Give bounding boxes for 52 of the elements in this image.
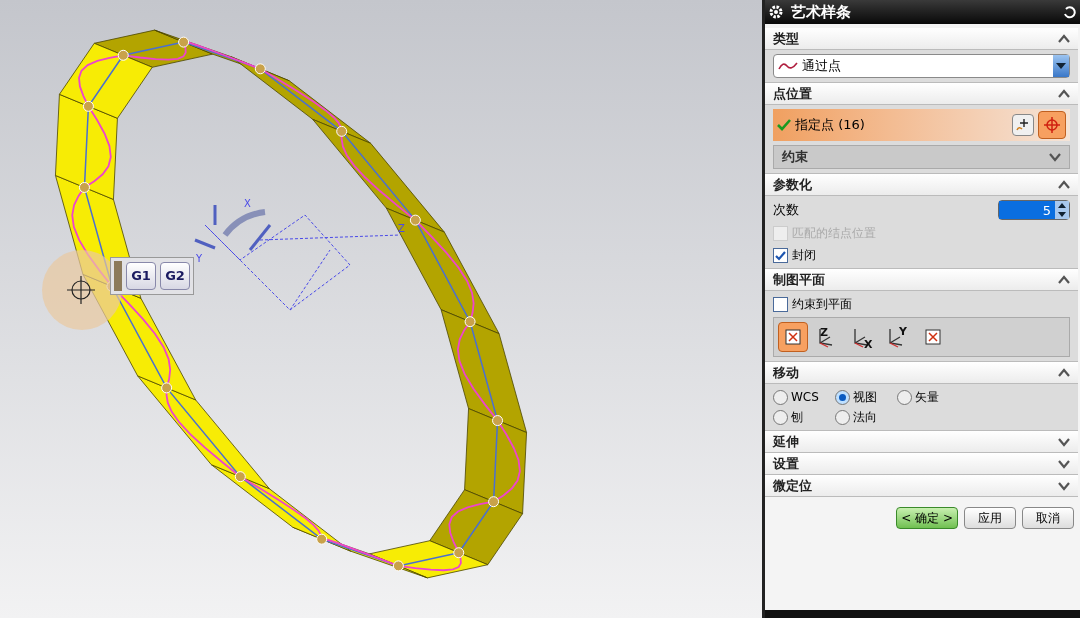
checkbox[interactable] [773,296,788,312]
section-header[interactable]: 点位置 [765,83,1078,105]
collapse-icon[interactable] [1058,88,1070,99]
collapse-icon[interactable] [1058,274,1070,285]
section-header[interactable]: 移动 [765,362,1078,384]
section-header[interactable]: 制图平面 [765,269,1078,291]
collapse-icon[interactable] [1058,33,1070,44]
dialog-title: 艺术样条 [791,1,852,23]
checkbox[interactable] [773,247,788,263]
dialog-button[interactable]: < 确定 > [896,507,958,529]
section-header[interactable]: 设置 [765,453,1078,475]
dialog-button[interactable]: 应用 [964,507,1016,529]
crosshair-icon [1043,116,1061,134]
degree-label: 次数 [773,201,800,220]
checkbox-label: 约束到平面 [792,296,852,313]
degree-spinner[interactable]: 5 [998,200,1070,220]
plus-point-icon [1016,118,1030,132]
constraint-group-header[interactable]: 约束 [773,145,1070,169]
move-option-radio[interactable]: 刨 [773,408,835,426]
expand-icon[interactable] [1049,152,1061,162]
spinner-arrows-icon[interactable] [1055,201,1069,219]
section-header[interactable]: 微定位 [765,475,1078,497]
crosshair-icon [66,275,96,305]
coordinate-triad-drawing: Y X Z [194,198,405,311]
settings-icon[interactable] [769,5,783,19]
collapse-icon[interactable] [1058,367,1070,378]
check-icon [777,119,791,131]
checkbox-label: 封闭 [792,247,816,264]
section-header[interactable]: 类型 [765,28,1078,50]
move-option-radio[interactable]: 矢量 [897,388,967,406]
move-option-radio[interactable]: 法向 [835,408,897,426]
snap-option-button[interactable]: G1 [126,262,156,290]
expand-icon[interactable] [1058,436,1070,447]
section-header[interactable]: 参数化 [765,174,1078,196]
reset-icon[interactable] [1062,5,1076,19]
dialog-button[interactable]: 取消 [1022,507,1074,529]
spline-icon [778,60,798,72]
plane-icon [923,327,943,347]
selector-label: 指定点 (16) [795,116,866,135]
move-option-radio[interactable]: WCS [773,388,835,406]
expand-icon[interactable] [1058,480,1070,491]
plane-icon [783,327,803,347]
expand-icon[interactable] [1058,458,1070,469]
plane-tool-button[interactable] [778,322,808,352]
snap-option-button[interactable]: G2 [160,262,190,290]
collapse-icon[interactable] [1058,179,1070,190]
point-selector-row[interactable]: 指定点 (16) [773,109,1070,141]
section-header[interactable]: 延伸 [765,431,1078,453]
type-dropdown[interactable]: 通过点 [773,54,1070,78]
point-dialog-button[interactable] [1012,114,1034,136]
grip-icon [114,261,122,291]
move-option-radio[interactable]: 视图 [835,388,897,406]
